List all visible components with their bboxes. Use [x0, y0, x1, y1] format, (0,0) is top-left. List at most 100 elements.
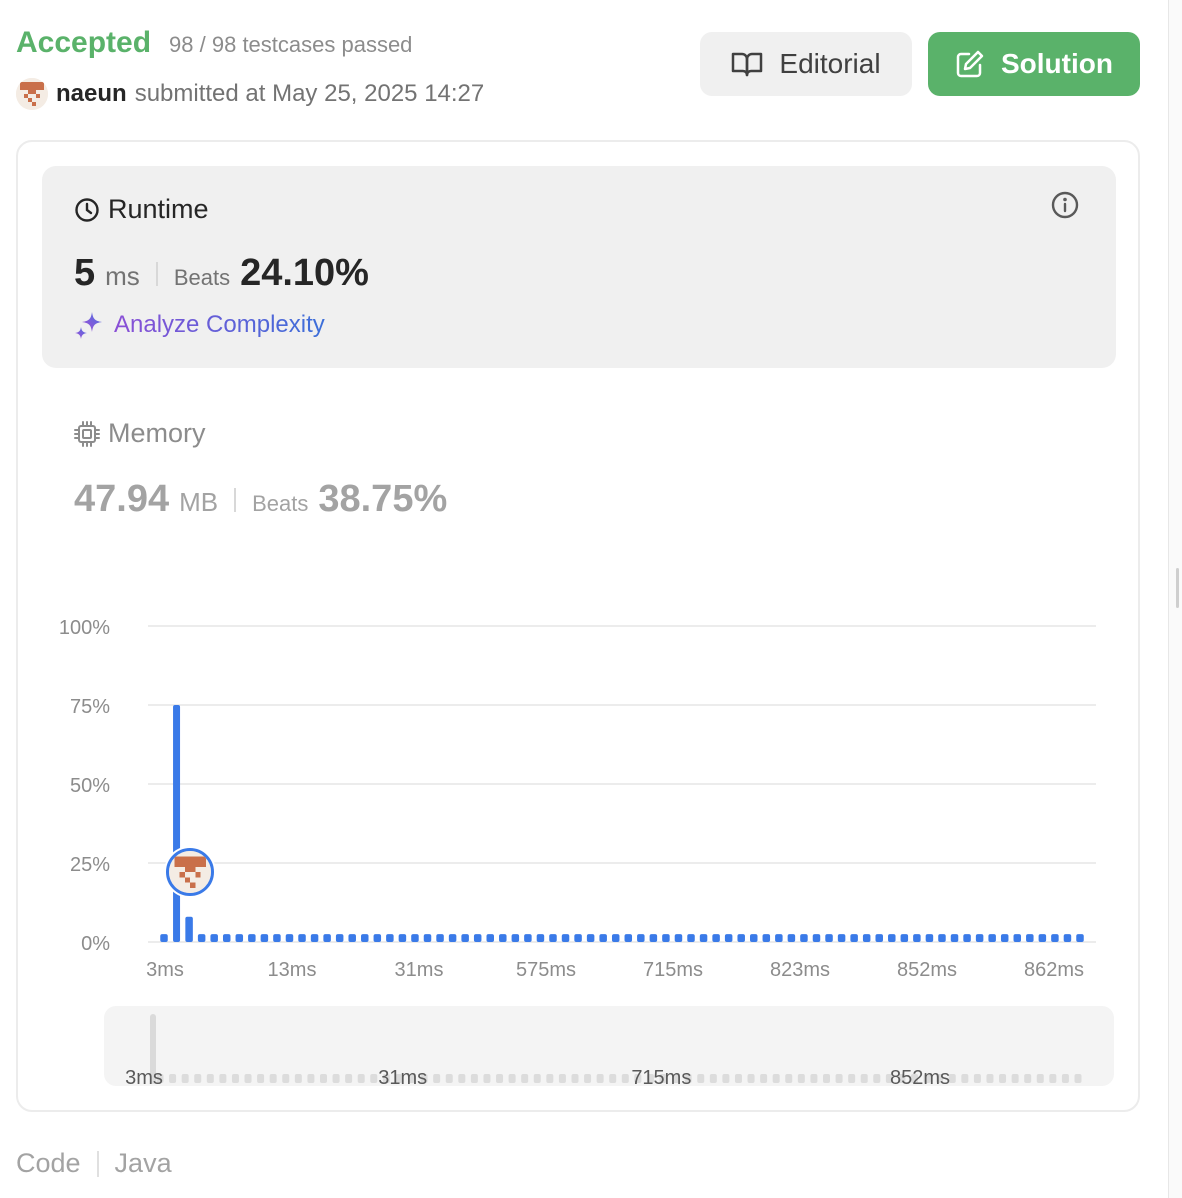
- status-accepted: Accepted: [16, 26, 152, 59]
- chart-bar: [687, 934, 695, 942]
- edit-icon: [956, 50, 984, 78]
- chart-bar: [524, 934, 532, 942]
- chart-bar: [361, 934, 369, 942]
- range-bar: [332, 1074, 340, 1083]
- chart-bar: [624, 934, 633, 942]
- chip-icon: [74, 420, 100, 447]
- chart-bar: [800, 934, 808, 942]
- chart-bar: [975, 934, 984, 942]
- scrollbar[interactable]: [1168, 0, 1182, 1198]
- chart-bar: [398, 934, 407, 942]
- editorial-button[interactable]: Editorial: [700, 32, 912, 96]
- chart-bar: [411, 934, 419, 942]
- range-bar: [584, 1074, 592, 1083]
- chart-bar: [699, 934, 708, 942]
- chart-bar: [900, 934, 909, 942]
- memory-unit: MB: [179, 487, 219, 517]
- range-bar: [973, 1074, 981, 1083]
- runtime-value: 5: [74, 252, 96, 294]
- x-tick-label: 823ms: [770, 959, 830, 981]
- chart-bar: [862, 934, 871, 942]
- chart-bar: [536, 934, 545, 942]
- runtime-beats-label: Beats: [173, 265, 231, 290]
- chart-bar: [298, 934, 306, 942]
- solution-button[interactable]: Solution: [928, 32, 1140, 96]
- submission-header: Accepted 98 / 98 testcases passed naeun …: [16, 26, 1140, 122]
- range-bar: [785, 1074, 793, 1083]
- clock-icon: [75, 197, 99, 222]
- range-bar: [697, 1074, 705, 1083]
- analyze-complexity-label: Analyze Complexity: [114, 311, 325, 338]
- chart-bar: [925, 934, 934, 942]
- scrollbar-thumb[interactable]: [1176, 568, 1179, 608]
- chart-bar: [436, 934, 444, 942]
- your-submission-marker[interactable]: [166, 848, 214, 896]
- chart-bar: [1026, 934, 1034, 942]
- runtime-distribution-chart[interactable]: 100% 75% 50% 25% 0% 3ms 13ms 31ms 575ms 715ms 823m…: [18, 582, 1138, 1002]
- range-bar: [294, 1074, 302, 1083]
- range-bar: [860, 1074, 868, 1083]
- chart-bar: [285, 934, 294, 942]
- x-tick-label: 3ms: [146, 959, 184, 981]
- range-label: 3ms: [125, 1067, 163, 1086]
- chart-bar: [712, 934, 720, 942]
- submitted-time: submitted at May 25, 2025 14:27: [134, 80, 485, 107]
- code-footer: Code Java: [16, 1148, 172, 1179]
- memory-metric: 47.94 MB Beats 38.75%: [74, 478, 447, 521]
- chart-bar: [662, 934, 670, 942]
- range-bar: [558, 1074, 566, 1083]
- chart-bar: [938, 934, 946, 942]
- range-label: 31ms: [378, 1067, 427, 1086]
- divider: [155, 261, 158, 286]
- chart-bar: [913, 934, 921, 942]
- chart-bar: [812, 934, 821, 942]
- range-bar: [282, 1074, 290, 1083]
- range-bar: [1074, 1074, 1082, 1083]
- range-bar: [760, 1074, 768, 1083]
- range-bar: [835, 1074, 843, 1083]
- range-bar: [810, 1074, 818, 1083]
- runtime-panel[interactable]: Runtime 5 ms Beats 24.10% Analyze Comple…: [42, 166, 1116, 368]
- range-bar: [370, 1074, 378, 1083]
- x-tick-label: 862ms: [1024, 959, 1084, 981]
- chart-bar: [1000, 934, 1009, 942]
- memory-beats-label: Beats: [252, 491, 309, 516]
- range-bar: [797, 1074, 805, 1083]
- chart-bar: [423, 934, 432, 942]
- language-label: Java: [114, 1148, 172, 1178]
- range-bar: [483, 1074, 491, 1083]
- range-bar: [609, 1074, 617, 1083]
- chart-bar: [210, 934, 218, 942]
- chart-svg: 100% 75% 50% 25% 0% 3ms 13ms 31ms 575ms 715ms 823m…: [59, 617, 1096, 981]
- range-bar: [269, 1074, 277, 1083]
- range-bar: [1024, 1074, 1032, 1083]
- chart-bar: [599, 934, 607, 942]
- range-selector[interactable]: 3ms 31ms 715ms 852ms: [104, 1006, 1114, 1086]
- chart-bar: [511, 934, 520, 942]
- chart-bar: [762, 934, 771, 942]
- range-svg: 3ms 31ms 715ms 852ms: [125, 1014, 1082, 1086]
- username[interactable]: naeun: [56, 80, 127, 108]
- range-bar: [508, 1074, 516, 1083]
- book-icon: [732, 52, 763, 77]
- chart-bar: [461, 934, 469, 942]
- range-bar: [194, 1074, 202, 1083]
- code-label[interactable]: Code: [16, 1148, 81, 1179]
- y-tick-label: 100%: [59, 617, 110, 639]
- testcases-count: 98 / 98 testcases passed: [169, 32, 413, 57]
- range-bar: [257, 1074, 265, 1083]
- memory-value: 47.94: [74, 478, 170, 520]
- range-bar: [533, 1074, 541, 1083]
- range-bar: [244, 1074, 252, 1083]
- memory-title[interactable]: Memory: [74, 418, 206, 449]
- analyze-complexity-link[interactable]: Analyze Complexity: [74, 310, 325, 340]
- submission-info: naeun submitted at May 25, 2025 14:27: [16, 78, 484, 110]
- range-bar: [1061, 1074, 1069, 1083]
- avatar[interactable]: [16, 78, 48, 110]
- info-icon[interactable]: [1050, 190, 1080, 220]
- x-tick-label: 13ms: [268, 959, 317, 981]
- range-bar: [722, 1074, 730, 1083]
- range-bar: [709, 1074, 717, 1083]
- chart-bar: [1038, 934, 1047, 942]
- editorial-label: Editorial: [779, 48, 881, 79]
